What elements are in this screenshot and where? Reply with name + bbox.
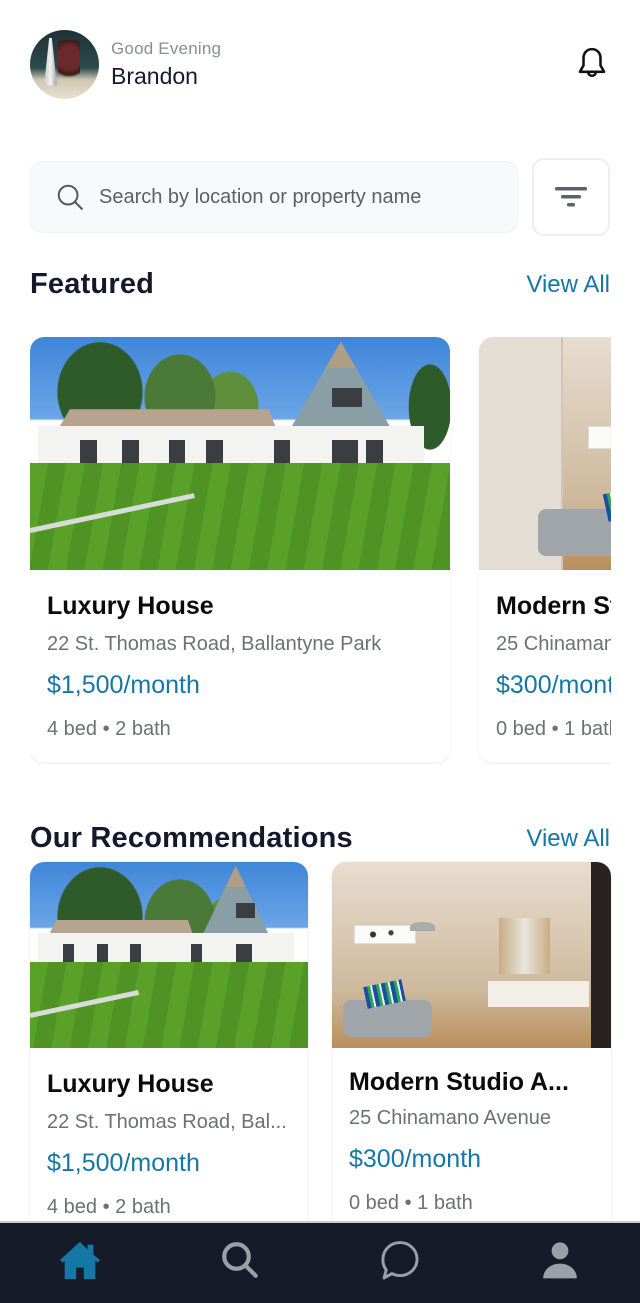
property-details: 4 bed • 2 bath <box>47 718 171 740</box>
nav-messages[interactable] <box>370 1235 430 1285</box>
featured-view-all-link[interactable]: View All <box>526 271 610 299</box>
house-exterior-photo <box>30 337 450 570</box>
search-bar[interactable] <box>30 161 518 233</box>
avatar-photo-tree <box>58 39 80 84</box>
recommendations-grid: Luxury House 22 St. Thomas Road, Bal... … <box>30 862 611 1232</box>
notifications-button[interactable] <box>574 44 610 84</box>
featured-section-header: Featured View All <box>30 268 610 301</box>
featured-card[interactable]: Luxury House 22 St. Thomas Road, Ballant… <box>30 337 450 762</box>
filter-icon <box>555 187 587 207</box>
property-details: 4 bed • 2 bath <box>47 1196 171 1218</box>
greeting-text: Good Evening <box>111 38 222 58</box>
home-icon <box>59 1241 101 1280</box>
bell-icon <box>578 47 606 78</box>
search-icon <box>222 1242 258 1278</box>
user-avatar[interactable] <box>30 29 99 99</box>
property-title: Luxury House <box>47 592 214 620</box>
studio-interior-photo <box>332 862 611 1048</box>
property-address: 25 Chinamano Avenue <box>349 1107 552 1129</box>
recommendation-card[interactable]: Luxury House 22 St. Thomas Road, Bal... … <box>30 862 308 1232</box>
user-name: Brandon <box>111 62 198 89</box>
featured-card[interactable]: Modern Studio A... 25 Chinamano Avenue $… <box>479 337 611 762</box>
property-price: $1,500/month <box>47 671 200 699</box>
recommendations-view-all-link[interactable]: View All <box>526 825 610 853</box>
property-title: Luxury House <box>47 1070 214 1098</box>
studio-interior-photo <box>479 337 611 570</box>
bottom-navigation <box>0 1221 640 1303</box>
avatar-photo-tower <box>44 37 57 86</box>
property-address: 25 Chinamano Avenue <box>496 633 611 655</box>
nav-search[interactable] <box>210 1235 270 1285</box>
search-icon <box>57 184 83 210</box>
property-details: 0 bed • 1 bath <box>496 718 611 740</box>
property-address: 22 St. Thomas Road, Bal... <box>47 1111 287 1133</box>
recommendation-card[interactable]: Modern Studio A... 25 Chinamano Avenue $… <box>332 862 611 1232</box>
property-price: $300/month <box>496 671 611 699</box>
featured-title: Featured <box>30 268 155 300</box>
greeting-block: Good Evening Brandon <box>111 39 221 90</box>
header: Good Evening Brandon <box>30 29 610 99</box>
property-title: Modern Studio A... <box>496 592 611 620</box>
recommendations-title: Our Recommendations <box>30 822 353 854</box>
nav-profile[interactable] <box>530 1235 590 1285</box>
chat-bubble-icon <box>381 1241 419 1280</box>
property-title: Modern Studio A... <box>349 1068 569 1096</box>
search-input[interactable] <box>99 185 479 209</box>
property-price: $300/month <box>349 1145 482 1173</box>
user-icon <box>543 1242 577 1279</box>
search-row <box>30 158 610 236</box>
house-exterior-photo <box>30 862 308 1048</box>
filter-button[interactable] <box>532 158 610 236</box>
property-details: 0 bed • 1 bath <box>349 1192 473 1214</box>
recommendations-section-header: Our Recommendations View All <box>30 822 610 855</box>
featured-carousel[interactable]: Luxury House 22 St. Thomas Road, Ballant… <box>30 337 611 765</box>
nav-home[interactable] <box>50 1235 110 1285</box>
property-address: 22 St. Thomas Road, Ballantyne Park <box>47 633 382 655</box>
property-price: $1,500/month <box>47 1149 200 1177</box>
